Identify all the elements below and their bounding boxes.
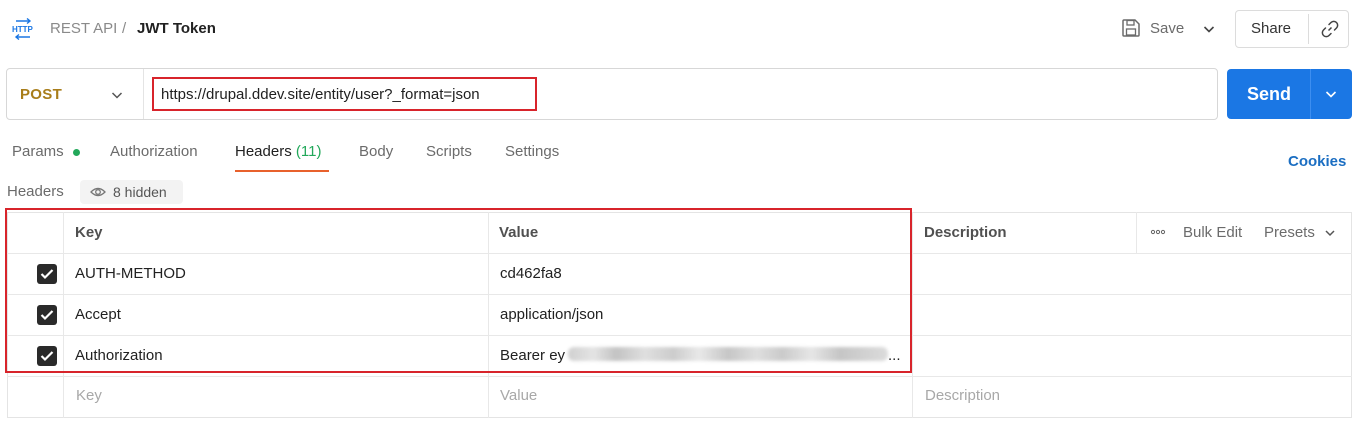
request-title[interactable]: JWT Token [137,20,216,37]
active-tab-underline [235,170,329,172]
tab-scripts[interactable]: Scripts [426,143,472,160]
tab-body[interactable]: Body [359,143,393,160]
send-divider [1310,69,1311,119]
url-highlight-box [152,77,537,111]
column-divider [1136,212,1137,253]
save-button[interactable]: Save [1150,20,1184,37]
headers-section-label: Headers [7,183,64,200]
headers-highlight-box [5,208,912,373]
tab-settings[interactable]: Settings [505,143,559,160]
tab-params[interactable]: Params [12,143,64,160]
column-header-description: Description [924,224,1007,241]
tab-headers[interactable]: Headers (11) [235,143,321,160]
new-key-input[interactable]: Key [76,387,102,404]
share-divider [1308,14,1309,44]
headers-count: (11) [295,143,322,160]
method-divider [143,69,144,119]
hidden-headers-count[interactable]: 8 hidden [113,184,167,200]
tab-headers-label: Headers [235,143,292,160]
svg-text:HTTP: HTTP [12,25,34,34]
bulk-edit-button[interactable]: Bulk Edit [1183,224,1242,241]
http-icon: HTTP [12,18,34,40]
chevron-down-icon[interactable] [1201,21,1217,37]
share-button[interactable]: Share [1251,20,1291,37]
column-divider [912,212,913,418]
new-value-input[interactable]: Value [500,387,537,404]
params-indicator-dot [73,149,80,156]
more-options-icon[interactable] [1150,229,1166,235]
row-divider [7,376,1352,377]
cookies-link[interactable]: Cookies [1288,153,1346,170]
link-icon[interactable] [1320,19,1340,39]
tab-authorization[interactable]: Authorization [110,143,198,160]
chevron-down-icon[interactable] [109,87,125,103]
breadcrumb-separator: / [122,20,127,37]
new-description-input[interactable]: Description [925,387,1000,404]
send-button-label[interactable]: Send [1247,84,1291,105]
eye-icon[interactable] [90,185,106,199]
breadcrumb-parent[interactable]: REST API [50,20,117,37]
save-icon[interactable] [1121,18,1141,38]
chevron-down-icon[interactable] [1323,86,1339,102]
presets-button[interactable]: Presets [1264,224,1315,241]
chevron-down-icon[interactable] [1323,226,1337,240]
method-select[interactable]: POST [20,86,62,103]
